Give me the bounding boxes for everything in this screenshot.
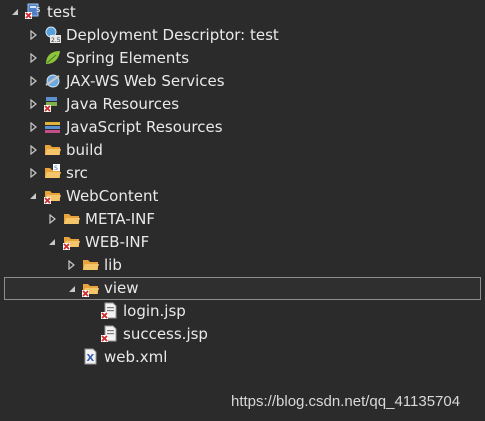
tree-item-label: success.jsp <box>123 325 208 343</box>
jsp-file-error-icon <box>101 325 119 343</box>
tree-item-label: Java Resources <box>66 95 180 113</box>
tree-item-webcontent[interactable]: WebContent <box>0 185 485 208</box>
tree-item-test[interactable]: S test <box>0 1 485 24</box>
tree-item-label: login.jsp <box>123 302 186 320</box>
collapse-arrow-icon[interactable] <box>9 1 21 24</box>
svg-text:S: S <box>36 6 41 14</box>
tree-item-label: build <box>66 141 103 159</box>
tree-item-label: JAX-WS Web Services <box>66 72 225 90</box>
web-project-icon: S <box>25 3 43 21</box>
tree-item-label: WebContent <box>66 187 159 205</box>
tree-item-spring-elements[interactable]: Spring Elements <box>0 47 485 70</box>
tree-item-javascript-resources[interactable]: JavaScript Resources <box>0 116 485 139</box>
deployment-descriptor-icon: 2.5 <box>44 26 62 44</box>
collapse-arrow-icon[interactable] <box>66 278 78 301</box>
tree-item-label: test <box>47 3 76 21</box>
tree-item-view[interactable]: view <box>4 277 481 300</box>
expand-arrow-icon[interactable] <box>27 139 39 162</box>
expand-arrow-icon[interactable] <box>27 93 39 116</box>
folder-icon <box>44 141 62 159</box>
expand-arrow-icon[interactable] <box>27 47 39 70</box>
tree-item-login-jsp[interactable]: login.jsp <box>0 300 485 323</box>
folder-error-icon <box>44 187 62 205</box>
javascript-resources-icon <box>44 118 62 136</box>
tree-item-web-xml[interactable]: X web.xml <box>0 346 485 369</box>
tree-item-deployment-descriptor[interactable]: 2.5 Deployment Descriptor: test <box>0 24 485 47</box>
expand-arrow-icon[interactable] <box>27 162 39 185</box>
tree-item-label: web.xml <box>104 348 168 366</box>
java-resources-icon <box>44 95 62 113</box>
tree-item-label: JavaScript Resources <box>66 118 223 136</box>
tree-item-jax-ws-web-services[interactable]: JAX-WS Web Services <box>0 70 485 93</box>
svg-text:X: X <box>87 353 95 364</box>
expand-arrow-icon[interactable] <box>27 24 39 47</box>
tree-item-label: src <box>66 164 88 182</box>
tree-item-web-inf[interactable]: WEB-INF <box>0 231 485 254</box>
source-folder-icon: S <box>44 164 62 182</box>
jsp-file-error-icon <box>101 302 119 320</box>
tree-item-success-jsp[interactable]: success.jsp <box>0 323 485 346</box>
xml-file-icon: X <box>82 348 100 366</box>
tree-item-label: Deployment Descriptor: test <box>66 26 279 44</box>
folder-error-icon <box>82 280 100 298</box>
tree-item-src[interactable]: S src <box>0 162 485 185</box>
expand-arrow-icon[interactable] <box>27 116 39 139</box>
watermark-text: https://blog.csdn.net/qq_41135704 <box>231 393 461 410</box>
collapse-arrow-icon[interactable] <box>46 231 58 254</box>
tree-item-label: WEB-INF <box>85 233 150 251</box>
expand-arrow-icon[interactable] <box>46 208 58 231</box>
tree-item-lib[interactable]: lib <box>0 254 485 277</box>
expand-arrow-icon[interactable] <box>65 254 77 277</box>
svg-text:2.5: 2.5 <box>51 37 61 44</box>
tree-item-label: META-INF <box>85 210 156 228</box>
tree-item-meta-inf[interactable]: META-INF <box>0 208 485 231</box>
collapse-arrow-icon[interactable] <box>27 185 39 208</box>
expand-arrow-icon[interactable] <box>27 70 39 93</box>
web-services-icon <box>44 72 62 90</box>
tree-item-label: lib <box>104 256 122 274</box>
folder-icon <box>82 256 100 274</box>
project-explorer-tree: S test 2.5 Deployment Descriptor: test S… <box>0 0 485 421</box>
tree-item-label: Spring Elements <box>66 49 190 67</box>
spring-leaf-icon <box>44 49 62 67</box>
folder-icon <box>63 210 81 228</box>
folder-error-icon <box>63 233 81 251</box>
svg-text:S: S <box>54 165 58 172</box>
tree-item-label: view <box>104 279 139 297</box>
tree-item-java-resources[interactable]: Java Resources <box>0 93 485 116</box>
tree-item-build[interactable]: build <box>0 139 485 162</box>
